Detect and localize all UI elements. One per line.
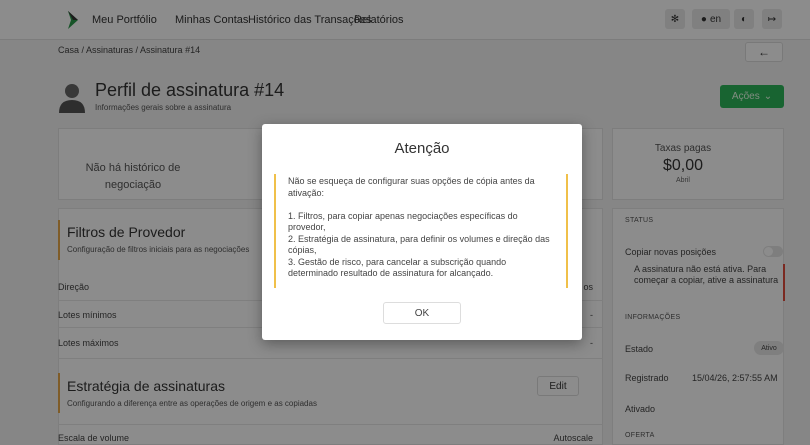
dialog-item-strategy: 2. Estratégia de assinatura, para defini…: [288, 233, 550, 256]
dialog-message[interactable]: Não se esqueça de configurar suas opções…: [274, 174, 568, 288]
attention-dialog: Atenção Não se esqueça de configurar sua…: [262, 124, 582, 340]
dialog-item-risk: 3. Gestão de risco, para cancelar a subs…: [288, 256, 507, 279]
ok-button[interactable]: OK: [383, 302, 461, 324]
dialog-intro: Não se esqueça de configurar suas opções…: [288, 176, 535, 198]
dialog-item-filters: 1. Filtros, para copiar apenas negociaçõ…: [288, 210, 518, 233]
dialog-title: Atenção: [394, 140, 450, 157]
